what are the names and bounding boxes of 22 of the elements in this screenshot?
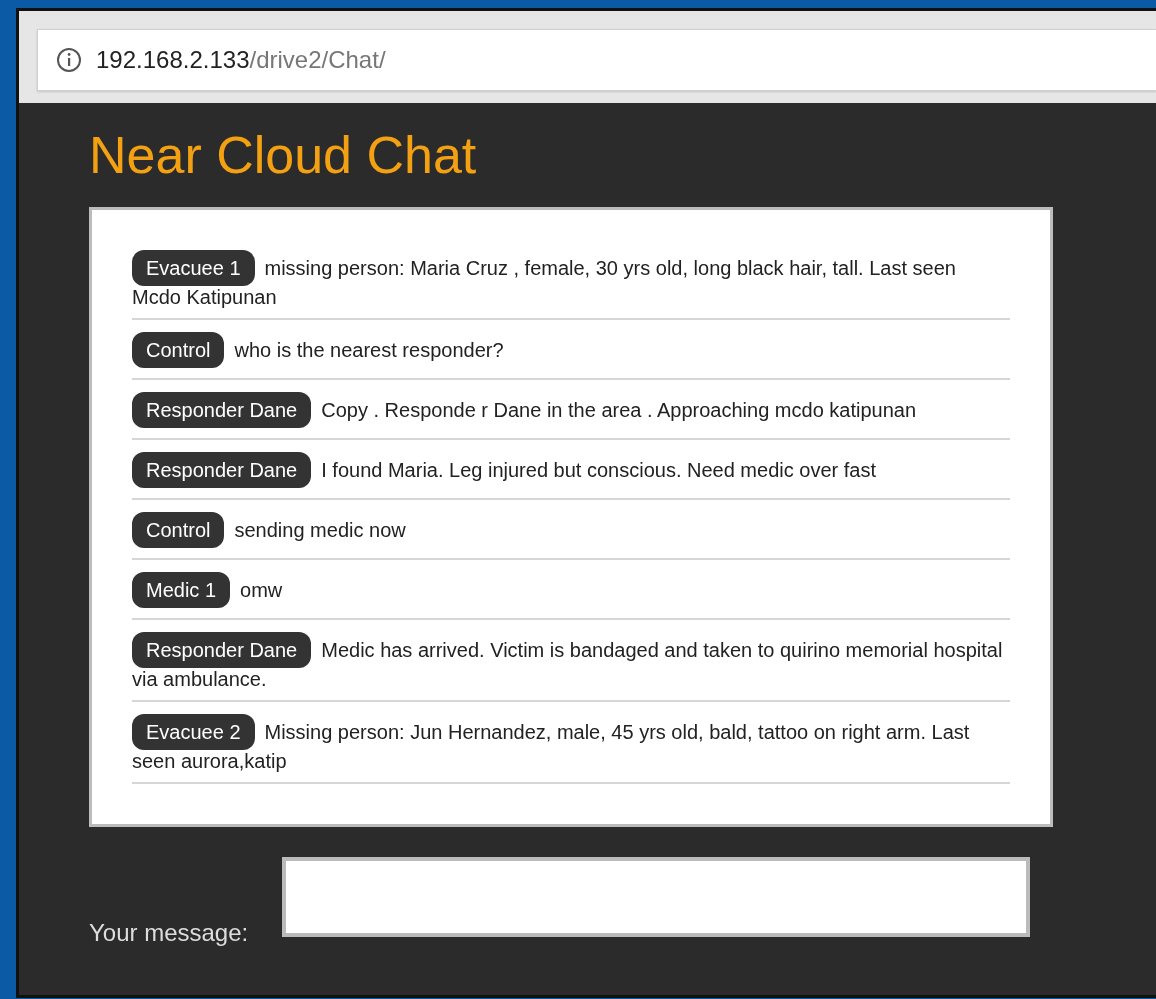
message-text: Responder Dane Medic has arrived. Victim is bandaged and taken to quirino memorial hospital via ambulance. bbox=[132, 620, 1010, 702]
url-text: 192.168.2.133/drive2/Chat/ bbox=[96, 46, 386, 74]
message-text: Responder Dane I found Maria. Leg injured but conscious. Need medic over fast bbox=[132, 440, 1010, 500]
address-bar[interactable]: 192.168.2.133/drive2/Chat/ bbox=[37, 29, 1156, 91]
page-title: Near Cloud Chat bbox=[89, 125, 478, 185]
sender-badge: Responder Dane bbox=[132, 392, 312, 428]
sender-badge: Responder Dane bbox=[132, 632, 312, 668]
info-icon[interactable] bbox=[56, 47, 82, 73]
sender-badge: Control bbox=[132, 332, 225, 368]
sender-badge: Control bbox=[132, 512, 225, 548]
message-text: Medic 1 omw bbox=[132, 560, 1010, 620]
message-text: Control who is the nearest responder? bbox=[132, 320, 1010, 380]
message-text: Evacuee 2 Missing person: Jun Hernandez, male, 45 yrs old, bald, tattoo on right arm. Last seen aurora,katip bbox=[132, 702, 1010, 784]
message-input[interactable] bbox=[282, 857, 1031, 937]
message-text: Control sending medic now bbox=[132, 500, 1010, 560]
message-text: Responder Dane Copy . Responde r Dane in the area . Approaching mcdo katipunan bbox=[132, 380, 1010, 440]
message-label: Your message: bbox=[89, 919, 249, 947]
sender-badge: Evacuee 2 bbox=[132, 714, 255, 750]
sender-badge: Medic 1 bbox=[132, 572, 231, 608]
message-text: Evacuee 1 missing person: Maria Cruz , female, 30 yrs old, long black hair, tall. Last seen Mcdo Katipunan bbox=[132, 238, 1010, 320]
sender-badge: Evacuee 1 bbox=[132, 250, 255, 286]
sender-badge: Responder Dane bbox=[132, 452, 312, 488]
